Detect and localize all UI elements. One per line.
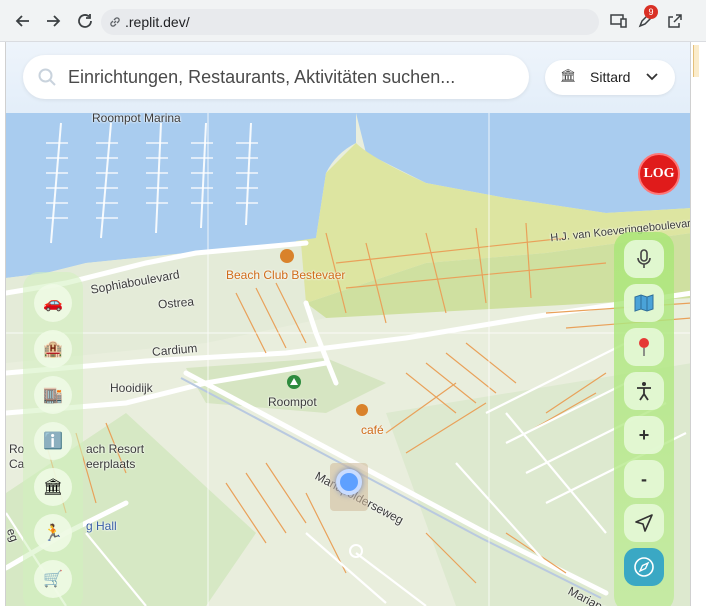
- map-controls-toolbar: + -: [614, 232, 674, 606]
- search-panel: Einrichtungen, Restaurants, Aktivitäten …: [6, 42, 690, 113]
- cast-button[interactable]: [606, 8, 632, 34]
- forward-button[interactable]: [40, 8, 66, 34]
- city-label: Sittard: [590, 69, 631, 85]
- reload-icon: [78, 14, 92, 28]
- shopping-cart-icon: 🛒: [43, 571, 63, 588]
- pin-button[interactable]: [624, 328, 664, 366]
- current-location-marker[interactable]: [336, 469, 362, 495]
- category-hotel-button[interactable]: 🏨: [34, 330, 72, 368]
- navigate-button[interactable]: [624, 504, 664, 542]
- hotel-icon: 🏨: [43, 341, 63, 358]
- accessibility-button[interactable]: [624, 372, 664, 410]
- browser-toolbar: .replit.dev/ 9: [0, 0, 706, 42]
- notification-badge: 9: [644, 5, 658, 19]
- map-label-kamperplaats-end: eerplaats: [86, 457, 136, 471]
- museum-icon: 🏛: [560, 68, 577, 83]
- building-icon: 🏬: [43, 387, 63, 404]
- category-toolbar: 🚗 🏨 🏬 ℹ️ 🏛 🏃 🛒: [23, 272, 83, 606]
- museum-icon: 🏛: [42, 479, 64, 496]
- arrow-left-icon: [15, 15, 29, 27]
- category-shopping-button[interactable]: 🛒: [34, 560, 72, 598]
- reload-button[interactable]: [72, 8, 98, 34]
- map-label-roompot: Roompot: [268, 395, 317, 409]
- external-link-icon: [668, 14, 682, 28]
- address-bar[interactable]: .replit.dev/: [101, 9, 599, 35]
- link-icon: [110, 17, 120, 27]
- sport-icon: 🏃: [43, 525, 63, 542]
- category-building-button[interactable]: 🏬: [34, 376, 72, 414]
- map-label-resort-end: ach Resort: [86, 442, 145, 456]
- app-frame: Einrichtungen, Restaurants, Aktivitäten …: [5, 42, 691, 606]
- map-layers-button[interactable]: [624, 284, 664, 322]
- log-button[interactable]: LOG: [638, 153, 680, 195]
- info-icon: ℹ️: [43, 433, 63, 450]
- map-icon: [634, 294, 654, 312]
- url-text: .replit.dev/: [125, 14, 190, 30]
- pin-icon: [639, 338, 649, 356]
- category-info-button[interactable]: ℹ️: [34, 422, 72, 460]
- accessibility-icon: [637, 382, 651, 401]
- scrollbar-area[interactable]: [691, 42, 706, 606]
- open-external-button[interactable]: [662, 8, 688, 34]
- category-sport-button[interactable]: 🏃: [34, 514, 72, 552]
- zoom-out-button[interactable]: -: [624, 460, 664, 498]
- city-dropdown[interactable]: 🏛 Sittard: [545, 60, 675, 95]
- category-transport-button[interactable]: 🚗: [34, 284, 72, 322]
- map-label-beach-club: Beach Club Bestevaer: [226, 268, 346, 282]
- navigate-icon: [635, 514, 653, 532]
- voice-search-button[interactable]: [624, 240, 664, 278]
- compass-icon: [634, 557, 654, 577]
- map-label-marina: Roompot Marina: [92, 113, 181, 125]
- category-museum-button[interactable]: 🏛: [34, 468, 72, 506]
- search-placeholder: Einrichtungen, Restaurants, Aktivitäten …: [68, 67, 456, 87]
- map-view[interactable]: Roompot Marina Beach Club Bestevaer Soph…: [6, 113, 690, 606]
- search-icon: [38, 68, 56, 86]
- map-label-hall: g Hall: [86, 519, 117, 533]
- search-input[interactable]: Einrichtungen, Restaurants, Aktivitäten …: [23, 55, 529, 99]
- map-label-cafe: café: [361, 423, 384, 437]
- microphone-icon: [637, 249, 651, 268]
- back-button[interactable]: [10, 8, 36, 34]
- devices-icon: [610, 14, 627, 28]
- zoom-in-button[interactable]: +: [624, 416, 664, 454]
- map-label-hooidijk: Hooidijk: [110, 381, 153, 395]
- car-icon: 🚗: [43, 295, 63, 312]
- arrow-right-icon: [47, 15, 61, 27]
- chevron-down-icon: [646, 73, 658, 81]
- compass-button[interactable]: [624, 548, 664, 586]
